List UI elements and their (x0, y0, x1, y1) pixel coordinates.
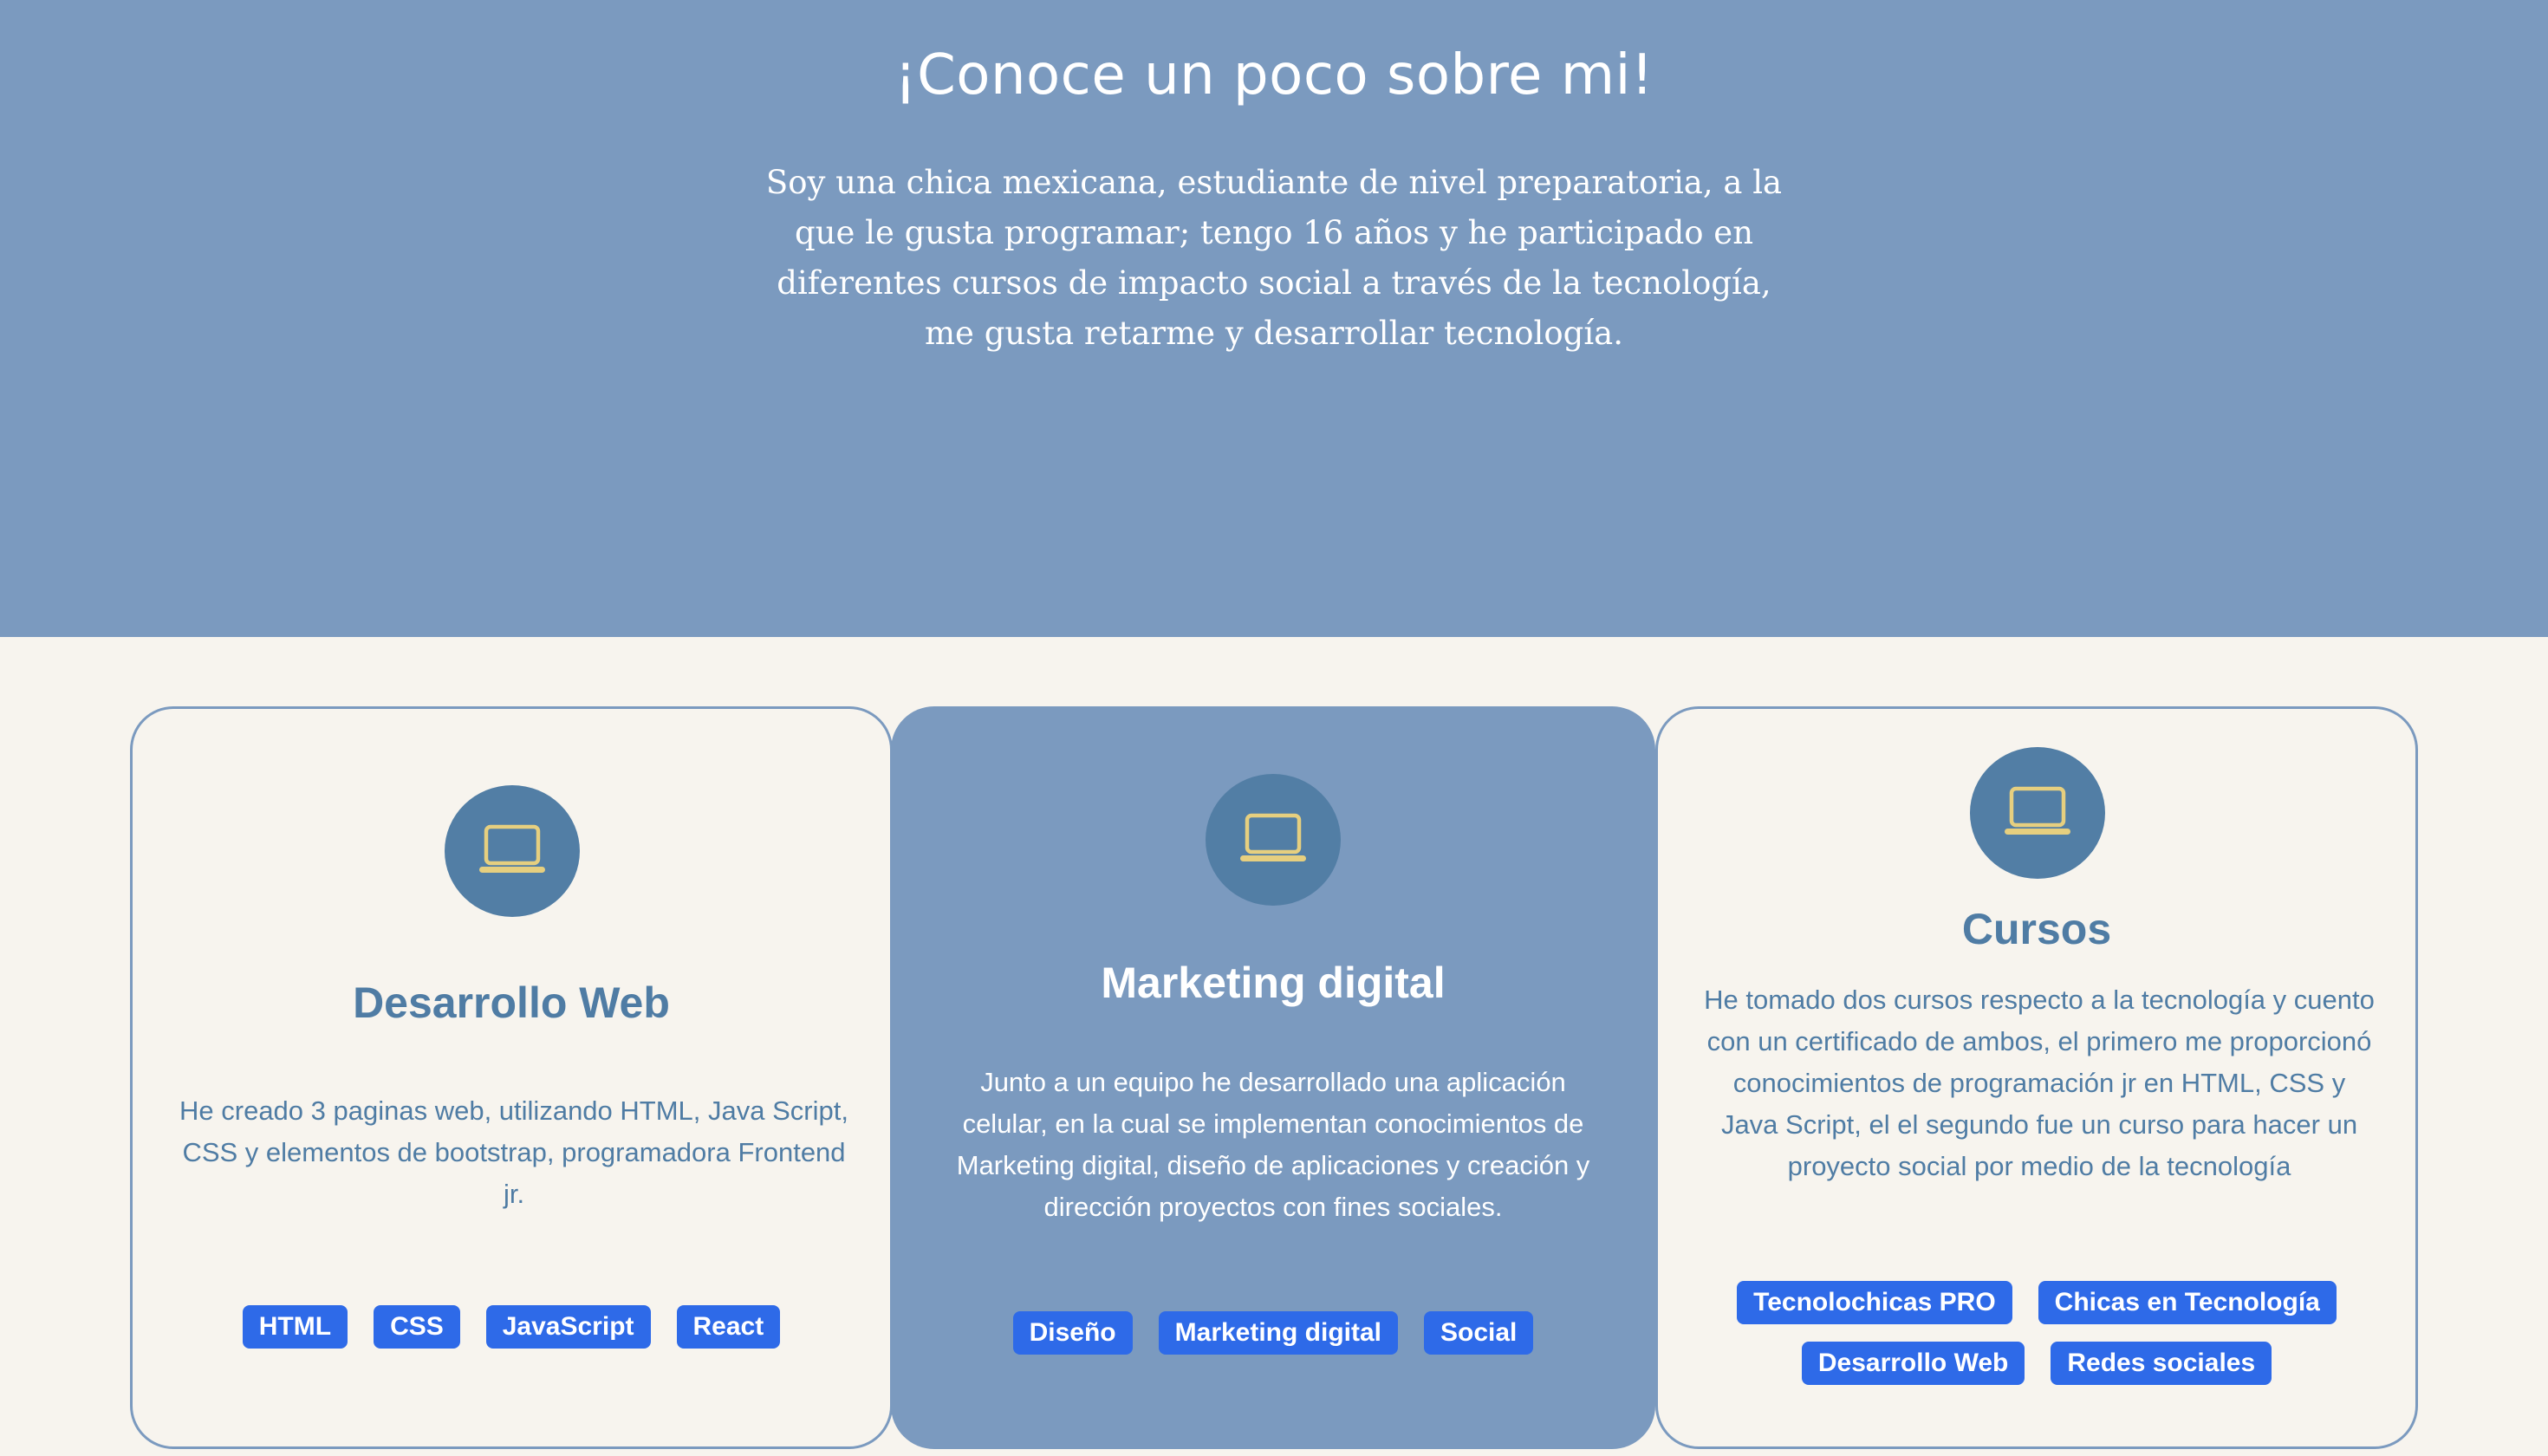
tag-badge: Desarrollo Web (1801, 1342, 2025, 1385)
tag-badge: Social (1424, 1311, 1534, 1355)
laptop-icon (445, 785, 580, 917)
tag-list: Diseño Marketing digital Social (891, 1311, 1655, 1355)
tag-badge: Marketing digital (1158, 1311, 1398, 1355)
card-description: Junto a un equipo he desarrollado una ap… (956, 1067, 1590, 1222)
card-title: Marketing digital (1101, 959, 1446, 1007)
card-title: Cursos (1961, 905, 2112, 953)
tag-badge: Redes sociales (2051, 1342, 2272, 1385)
card-marketing-digital: Marketing digital Junto a un equipo he d… (891, 706, 1655, 1449)
card-title: Desarrollo Web (353, 978, 670, 1027)
card-description: He tomado dos cursos respecto a la tecno… (1704, 985, 2375, 1181)
laptop-icon (1206, 774, 1341, 906)
tag-badge: HTML (242, 1305, 348, 1349)
card-cursos: Cursos He tomado dos cursos respecto a l… (1655, 706, 2418, 1449)
tag-badge: CSS (374, 1305, 460, 1349)
tag-badge: JavaScript (485, 1305, 651, 1349)
tag-list: Tecnolochicas PRO Chicas en Tecnología D… (1658, 1281, 2415, 1385)
about-hero: ¡Conoce un poco sobre mi! Soy una chica … (0, 0, 2548, 637)
tag-badge: React (676, 1305, 781, 1349)
tag-badge: Tecnolochicas PRO (1737, 1281, 2012, 1324)
hero-title: ¡Conoce un poco sobre mi! (894, 43, 1654, 107)
tag-badge: Diseño (1012, 1311, 1133, 1355)
hero-description: Soy una chica mexicana, estudiante de ni… (765, 164, 1783, 352)
tag-list: HTML CSS JavaScript React (133, 1305, 890, 1349)
card-desarrollo-web: Desarrollo Web He creado 3 paginas web, … (130, 706, 893, 1449)
laptop-icon (1970, 747, 2105, 879)
tag-badge: Chicas en Tecnología (2038, 1281, 2337, 1324)
card-description: He creado 3 paginas web, utilizando HTML… (179, 1095, 848, 1209)
